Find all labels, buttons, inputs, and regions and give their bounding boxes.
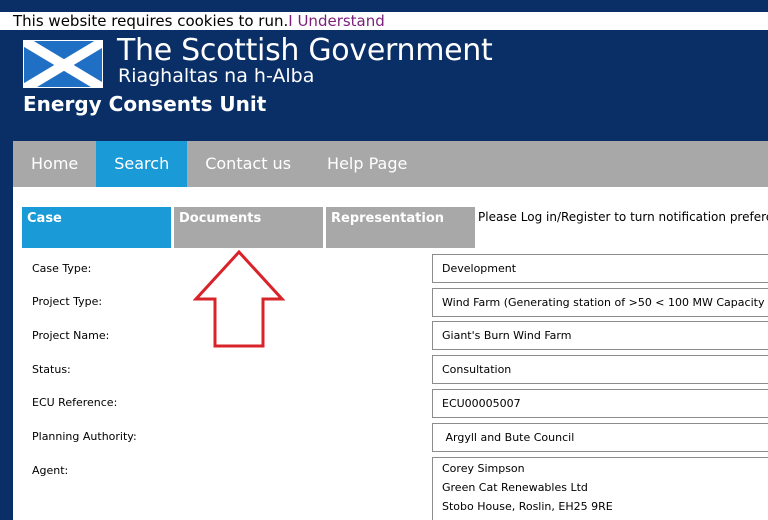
agent-value: Corey Simpson Green Cat Renewables Ltd S… [432,457,768,520]
case-type-label: Case Type: [32,262,92,275]
planning-authority-value: Argyll and Bute Council [432,423,768,452]
status-value: Consultation [432,355,768,384]
project-type-label: Project Type: [32,295,103,308]
cookie-accept-link[interactable]: I Understand [288,12,385,30]
nav-search[interactable]: Search [96,141,188,187]
unit-title: Energy Consents Unit [23,92,267,116]
cookie-banner: This website requires cookies to run.I U… [0,12,768,30]
tab-documents[interactable]: Documents [174,207,323,248]
cookie-message: This website requires cookies to run. [13,12,289,30]
notification-message: Please Log in/Register to turn notificat… [478,210,768,224]
nav-home[interactable]: Home [13,141,96,187]
tab-representation[interactable]: Representation [326,207,475,248]
case-panel: Case Documents Representation Please Log… [13,187,768,520]
nav-contact-us[interactable]: Contact us [187,141,309,187]
nav-help-page[interactable]: Help Page [309,141,425,187]
agent-label: Agent: [32,464,69,477]
gov-gaelic-title: Riaghaltas na h-Alba [118,65,315,87]
red-up-arrow-icon [193,249,285,348]
agent-company: Green Cat Renewables Ltd [442,481,588,494]
tab-case[interactable]: Case [22,207,171,248]
main-nav: Home Search Contact us Help Page [13,141,768,187]
status-label: Status: [32,363,71,376]
planning-authority-label: Planning Authority: [32,430,137,443]
saltire-flag-logo [23,40,103,88]
project-name-value: Giant's Burn Wind Farm [432,321,768,350]
agent-address: Stobo House, Roslin, EH25 9RE [442,500,613,513]
agent-name: Corey Simpson [442,462,525,475]
project-type-value: Wind Farm (Generating station of >50 < 1… [432,288,768,317]
project-name-label: Project Name: [32,329,110,342]
ecu-reference-label: ECU Reference: [32,396,118,409]
ecu-reference-value: ECU00005007 [432,389,768,418]
case-type-value: Development [432,254,768,283]
